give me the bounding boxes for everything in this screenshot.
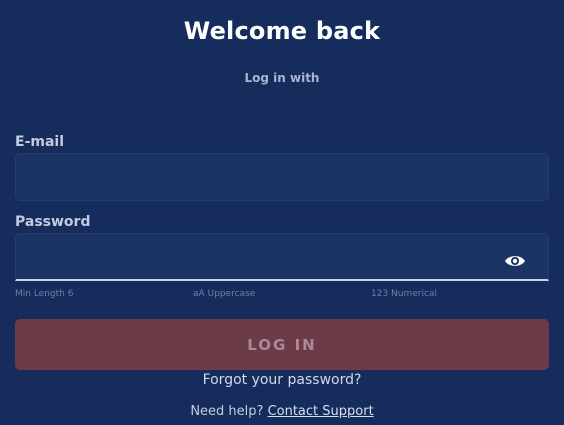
email-field[interactable] [15,153,549,201]
hint-numerical: 123 Numerical [371,289,437,299]
help-prefix: Need help? [190,404,264,419]
forgot-password-row: Forgot your password? [0,372,564,388]
login-with-label: Log in with [244,71,320,85]
login-button[interactable]: LOG IN [15,319,549,370]
page-title: Welcome back [183,17,381,45]
email-label: E-mail [15,134,65,150]
password-field[interactable] [15,233,549,281]
forgot-password-link[interactable]: Forgot your password? [203,372,362,388]
help-row: Need help? Contact Support [0,404,564,419]
eye-icon[interactable] [504,253,526,269]
password-requirements: Min Length 6 aA Uppercase 123 Numerical [15,289,549,303]
hint-uppercase: aA Uppercase [193,289,256,299]
password-label: Password [15,214,91,230]
hint-min-length: Min Length 6 [15,289,74,299]
contact-support-link[interactable]: Contact Support [268,404,374,419]
